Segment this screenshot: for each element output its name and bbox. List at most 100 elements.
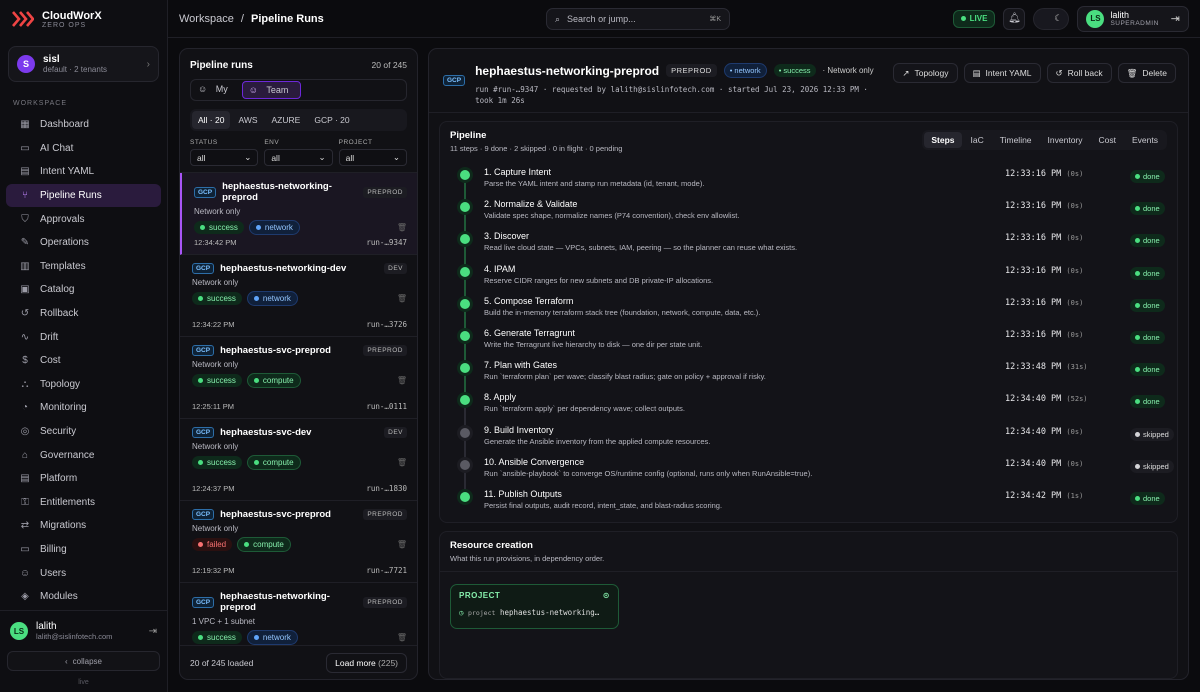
tenant-switcher[interactable]: S sisl default · 2 tenants › [8,46,159,82]
env-select[interactable]: all ⌄ [264,149,333,166]
sidebar-item-dashboard[interactable]: ▦ Dashboard [6,113,161,137]
trash-icon[interactable]: 🗑︎ [397,458,407,467]
run-description: 1 VPC + 1 subnet [192,617,255,626]
pipeline-step[interactable]: 4. IPAM Reserve CIDR ranges for new subne… [460,264,1167,303]
grid-icon: ▦ [20,119,30,131]
pipeline-step[interactable]: 9. Build Inventory Generate the Ansible i… [460,425,1174,464]
shield-icon: ⛉ [21,213,29,225]
run-list-item[interactable]: GCP hephaestus-networking-preprod PREPROD 1… [180,583,417,645]
pipeline-step[interactable]: 6. Generate Terragrunt Write the Terragru… [460,328,1167,367]
roll-back-button[interactable]: ↺ Roll back [1046,63,1112,83]
sidebar-item-users[interactable]: ☺ Users [6,561,161,585]
cloud-tab-gcp[interactable]: GCP · 20 [308,111,355,129]
run-footer: 12:25:11 PM run-…0111 [192,402,407,411]
sidebar-item-templates[interactable]: ▥ Templates [6,255,161,279]
status-dot-icon [198,378,203,383]
sidebar-item-topology[interactable]: ⛬ Topology [6,373,161,397]
trash-icon[interactable]: 🗑︎ [397,633,407,642]
pipeline-step[interactable]: 5. Compose Terraform Build the in-memory … [460,296,1167,335]
sidebar-item-monitoring[interactable]: ◔ Monitoring [6,396,161,420]
load-more-button[interactable]: Load more (225) [326,652,407,673]
run-list-item[interactable]: GCP hephaestus-networking-dev DEV Network o… [180,255,417,337]
tab-cost[interactable]: Cost [1092,132,1123,148]
step-description: Reserve CIDR ranges for new subnets and … [484,275,714,285]
sidebar-item-migrations[interactable]: ⇄ Migrations [6,514,161,538]
step-duration: (52s) [1066,395,1088,404]
step-duration: (0s) [1066,330,1084,339]
sidebar-item-billing[interactable]: ▭ Billing [6,538,161,562]
sidebar-item-label: Modules [40,591,78,603]
step-status-label: done [1143,204,1160,214]
user-menu[interactable]: LS lalith SUPERADMIN ⇥ [1077,5,1189,32]
sidebar-item-intent-yaml[interactable]: ▤ Intent YAML [6,160,161,184]
topology-button[interactable]: ↗ Topology [893,63,958,83]
intent-yaml-button[interactable]: ▤ Intent YAML [963,63,1041,83]
pipeline-step[interactable]: 1. Capture Intent Parse the YAML intent a… [460,167,1167,206]
step-status-badge: done [1130,491,1165,505]
brand[interactable]: CloudWorX ZERO OPS [0,0,167,38]
sidebar-item-pipeline-runs[interactable]: ⑂ Pipeline Runs [6,183,161,208]
step-duration: (0s) [1066,234,1084,243]
env-badge: PREPROD [363,596,407,608]
collapse-button[interactable]: ‹ collapse [7,651,160,671]
sidebar-item-rollback[interactable]: ↺ Rollback [6,302,161,326]
sidebar-item-drift[interactable]: ∿ Drift [6,325,161,349]
run-id: run-…1830 [366,484,407,493]
collapse-label: collapse [72,656,103,666]
step-duration: (0s) [1066,459,1084,468]
search-input[interactable]: ⌕ Search or jump... ⌘K [546,8,730,30]
scope-tab-my[interactable]: ☺ My [192,81,240,99]
scope-tab-team[interactable]: ☺ Team [241,81,302,99]
cloud-tab-azure[interactable]: AZURE [266,111,307,129]
pipeline-step[interactable]: 10. Ansible Convergence Run `ansible-play… [460,457,1174,496]
sidebar-item-security[interactable]: ◎ Security [6,420,161,444]
theme-toggle[interactable]: ☾ [1033,7,1070,30]
cloud-badge: GCP [443,75,466,86]
logout-icon[interactable]: ⇥ [1171,12,1180,25]
run-list-item[interactable]: GCP hephaestus-networking-preprod PREPROD N… [180,173,417,255]
sidebar-item-governance[interactable]: ⌂ Governance [6,443,161,467]
pipeline-step[interactable]: 11. Publish Outputs Persist final outputs… [460,489,1167,521]
sidebar-item-entitlements[interactable]: ⚿ Entitlements [6,491,161,515]
topology-icon: ⛬ [21,378,29,390]
sidebar-item-ai-chat[interactable]: ▭ AI Chat [6,137,161,161]
sidebar-item-label: Governance [40,449,95,461]
run-list-item[interactable]: GCP hephaestus-svc-preprod PREPROD Network … [180,501,417,583]
pipeline-step[interactable]: 7. Plan with Gates Run `terraform plan` p… [460,360,1167,400]
sidebar-item-cost[interactable]: $ Cost [6,349,161,373]
pipeline-step[interactable]: 8. Apply Run `terraform apply` per depend… [460,392,1167,432]
resource-node-project[interactable]: PROJECT ⊙ ◷ project hephaestus-networking… [450,584,619,629]
bell-icon[interactable]: 🔔︎ [1003,7,1026,30]
tag-label: compute [262,376,294,385]
cloud-tab-aws[interactable]: AWS [232,111,263,129]
trash-icon[interactable]: 🗑︎ [397,223,407,232]
sidebar-item-catalog[interactable]: ▣ Catalog [6,278,161,302]
brand-name: CloudWorX [42,9,102,22]
tab-events[interactable]: Events [1125,132,1165,148]
sidebar-item-approvals[interactable]: ⛉ Approvals [6,207,161,231]
project-select[interactable]: all ⌄ [338,149,407,166]
delete-button[interactable]: 🗑 Delete [1117,63,1176,83]
breadcrumb-root[interactable]: Workspace [179,13,234,25]
tab-steps[interactable]: Steps [924,132,962,148]
trash-icon[interactable]: 🗑︎ [397,376,407,385]
logout-icon[interactable]: ⇥ [149,626,157,637]
run-description: Network only [192,524,239,533]
trash-icon[interactable]: 🗑︎ [397,294,407,303]
sidebar-item-platform[interactable]: ▤ Platform [6,467,161,491]
tag-dot-icon [244,542,250,547]
sidebar-item-operations[interactable]: ✎ Operations [6,231,161,255]
trash-icon[interactable]: 🗑︎ [397,540,407,549]
tab-inventory[interactable]: Inventory [1041,132,1090,148]
cloud-badge: GCP [192,596,215,608]
tab-timeline[interactable]: Timeline [993,132,1039,148]
status-select[interactable]: all ⌄ [190,149,259,166]
pipeline-step[interactable]: 3. Discover Read live cloud state — VPCs,… [460,231,1167,271]
run-list-item[interactable]: GCP hephaestus-svc-preprod PREPROD Network … [180,337,417,419]
sidebar-item-label: Drift [40,331,59,343]
tab-iac[interactable]: IaC [964,132,991,148]
sidebar-item-modules[interactable]: ◈ Modules [6,585,161,609]
pipeline-step[interactable]: 2. Normalize & Validate Validate spec sha… [460,199,1167,239]
cloud-tab-all[interactable]: All · 20 [192,111,231,129]
run-list-item[interactable]: GCP hephaestus-svc-dev DEV Network only succ… [180,419,417,501]
